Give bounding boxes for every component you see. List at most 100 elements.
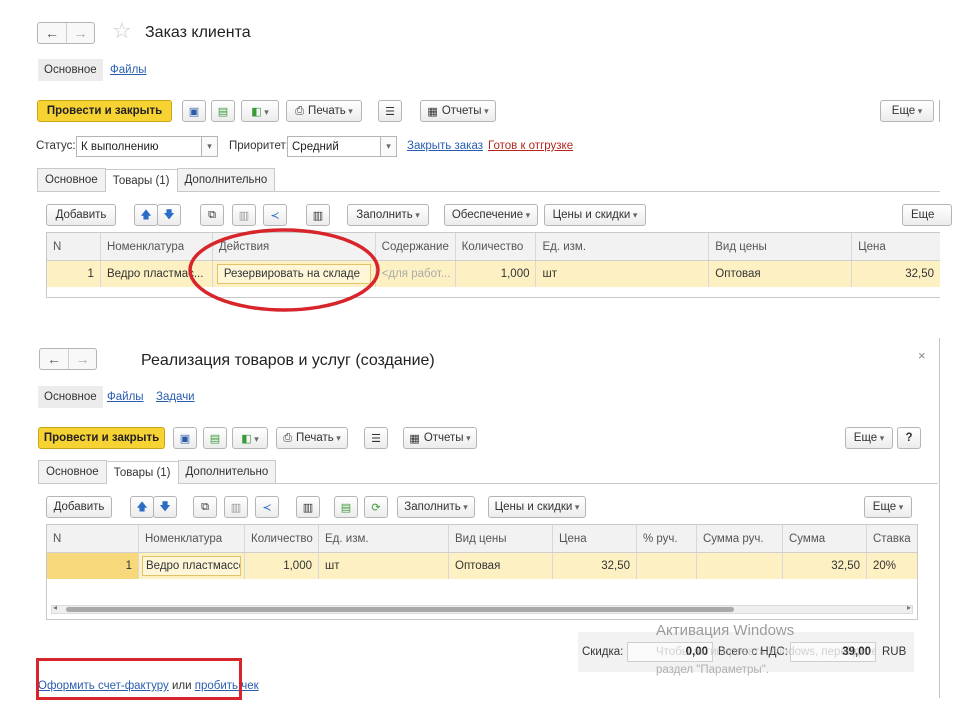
fill-button-2[interactable]: Заполнить xyxy=(397,496,475,518)
table-more-button-2[interactable]: Еще xyxy=(864,496,912,518)
tab-main-2[interactable]: Основное xyxy=(38,460,107,483)
tab-goods[interactable]: Товары (1) xyxy=(104,169,178,192)
post-and-close-button-2[interactable]: Провести и закрыть xyxy=(38,427,165,449)
more-button-2[interactable]: Еще xyxy=(845,427,893,449)
row-pct-manual[interactable] xyxy=(637,553,697,579)
row-price-type-2[interactable]: Оптовая xyxy=(449,553,553,579)
status-dropdown-icon[interactable]: ▾ xyxy=(202,136,218,157)
scrollbar-thumb[interactable] xyxy=(66,607,734,612)
post-and-close-button[interactable]: Провести и закрыть xyxy=(37,100,172,122)
scroll-left-icon[interactable]: ◂ xyxy=(53,603,57,612)
move-up-icon[interactable]: 🡅 xyxy=(134,204,158,226)
col-qty-2[interactable]: Количество xyxy=(245,525,319,552)
row-price-type[interactable]: Оптовая xyxy=(709,261,853,287)
col-price-2[interactable]: Цена xyxy=(553,525,637,552)
scroll-right-icon[interactable]: ▸ xyxy=(907,603,911,612)
more-button[interactable]: Еще xyxy=(880,100,934,122)
table-more-button[interactable]: Еще xyxy=(902,204,952,226)
col-sum[interactable]: Сумма xyxy=(783,525,867,552)
nav-main[interactable]: Основное xyxy=(38,59,103,81)
row-item-2[interactable]: Ведро пластмассовое 10 л. xyxy=(142,556,241,576)
nav-files-link[interactable]: Файлы xyxy=(110,64,147,76)
star-icon[interactable]: ☆ xyxy=(112,18,132,44)
supply-label: Обеспечение xyxy=(452,209,530,221)
forward-arrow-icon[interactable]: → xyxy=(68,349,96,369)
create-based-on-icon[interactable]: ◧ xyxy=(241,100,279,122)
move-down-icon[interactable]: 🡇 xyxy=(153,496,177,518)
back-arrow-icon[interactable]: ← xyxy=(38,23,66,43)
col-price-type[interactable]: Вид цены xyxy=(709,233,853,260)
help-button[interactable]: ? xyxy=(897,427,921,449)
tab-main[interactable]: Основное xyxy=(37,168,106,191)
supply-button[interactable]: Обеспечение xyxy=(444,204,538,226)
row-rate[interactable]: 20% xyxy=(867,553,917,579)
horizontal-scrollbar[interactable]: ◂ ▸ xyxy=(51,603,913,614)
barcode-icon[interactable]: ▥ xyxy=(296,496,320,518)
row-price-2[interactable]: 32,50 xyxy=(553,553,637,579)
close-order-link[interactable]: Закрыть заказ xyxy=(407,140,483,152)
prices-discounts-button[interactable]: Цены и скидки xyxy=(544,204,646,226)
pick-icon[interactable]: ▤ xyxy=(334,496,358,518)
back-arrow-icon[interactable]: ← xyxy=(40,349,68,369)
priority-field[interactable]: Средний xyxy=(287,136,381,157)
paste-icon[interactable]: ▥ xyxy=(224,496,248,518)
document-post-icon[interactable]: ▤ xyxy=(211,100,235,122)
col-sum-manual[interactable]: Сумма руч. xyxy=(697,525,783,552)
split-icon[interactable]: ≺ xyxy=(255,496,279,518)
refresh-icon[interactable]: ⟳ xyxy=(364,496,388,518)
row-qty-2[interactable]: 1,000 xyxy=(245,553,319,579)
reports-button[interactable]: ▦ Отчеты xyxy=(420,100,496,122)
create-based-on-icon[interactable]: ◧ xyxy=(232,427,268,449)
row-price[interactable]: 32,50 xyxy=(852,261,940,287)
col-price-type-2[interactable]: Вид цены xyxy=(449,525,553,552)
row-qty[interactable]: 1,000 xyxy=(456,261,537,287)
print-button[interactable]: ⎙ Печать xyxy=(286,100,362,122)
col-item-2[interactable]: Номенклатура xyxy=(139,525,245,552)
ready-to-ship-link[interactable]: Готов к отгрузке xyxy=(488,140,573,152)
prices-discounts-button-2[interactable]: Цены и скидки xyxy=(488,496,586,518)
print-button-2[interactable]: ⎙ Печать xyxy=(276,427,348,449)
tab-additional-2[interactable]: Дополнительно xyxy=(177,460,277,483)
col-rate[interactable]: Ставка xyxy=(867,525,917,552)
col-content[interactable]: Содержание xyxy=(376,233,456,260)
save-icon[interactable]: ▣ xyxy=(173,427,197,449)
nav-tasks-link[interactable]: Задачи xyxy=(156,391,195,403)
col-pct-manual[interactable]: % руч. xyxy=(637,525,697,552)
toolbar-edge xyxy=(939,100,941,122)
col-price[interactable]: Цена xyxy=(852,233,940,260)
document-post-icon[interactable]: ▤ xyxy=(203,427,227,449)
add-button[interactable]: Добавить xyxy=(46,204,116,226)
move-down-icon[interactable]: 🡇 xyxy=(157,204,181,226)
page-title: Заказ клиента xyxy=(145,24,251,41)
save-icon[interactable]: ▣ xyxy=(182,100,206,122)
col-unit[interactable]: Ед. изм. xyxy=(536,233,710,260)
list-icon[interactable]: ☰ xyxy=(378,100,402,122)
col-qty[interactable]: Количество xyxy=(456,233,537,260)
row-unit[interactable]: шт xyxy=(536,261,710,287)
close-icon[interactable]: × xyxy=(918,348,926,363)
col-n[interactable]: N xyxy=(47,233,101,260)
goods-table-2: N Номенклатура Количество Ед. изм. Вид ц… xyxy=(46,524,918,620)
reports-button-2[interactable]: ▦ Отчеты xyxy=(403,427,477,449)
discount-label: Скидка: xyxy=(582,646,624,658)
watermark-title: Активация Windows xyxy=(656,622,795,639)
tab-goods-2[interactable]: Товары (1) xyxy=(105,461,179,484)
row-content[interactable]: <для работ... xyxy=(376,261,456,287)
col-unit-2[interactable]: Ед. изм. xyxy=(319,525,449,552)
table-row[interactable]: 1 Ведро пластмассовое 10 л. 1,000 шт Опт… xyxy=(47,553,917,579)
forward-arrow-icon[interactable]: → xyxy=(66,23,94,43)
row-sum-manual[interactable] xyxy=(697,553,783,579)
priority-dropdown-icon[interactable]: ▾ xyxy=(381,136,397,157)
table-row[interactable]: 1 Ведро пластмас... Резервировать на скл… xyxy=(47,261,940,287)
copy-icon[interactable]: ⧉ xyxy=(193,496,217,518)
row-sum[interactable]: 32,50 xyxy=(783,553,867,579)
nav-files-link-2[interactable]: Файлы xyxy=(107,391,144,403)
add-button-2[interactable]: Добавить xyxy=(46,496,112,518)
row-unit-2[interactable]: шт xyxy=(319,553,449,579)
list-icon[interactable]: ☰ xyxy=(364,427,388,449)
move-up-icon[interactable]: 🡅 xyxy=(130,496,154,518)
tab-additional[interactable]: Дополнительно xyxy=(176,168,276,191)
nav-main-2[interactable]: Основное xyxy=(38,386,103,408)
status-field[interactable]: К выполнению xyxy=(76,136,202,157)
col-n-2[interactable]: N xyxy=(47,525,139,552)
